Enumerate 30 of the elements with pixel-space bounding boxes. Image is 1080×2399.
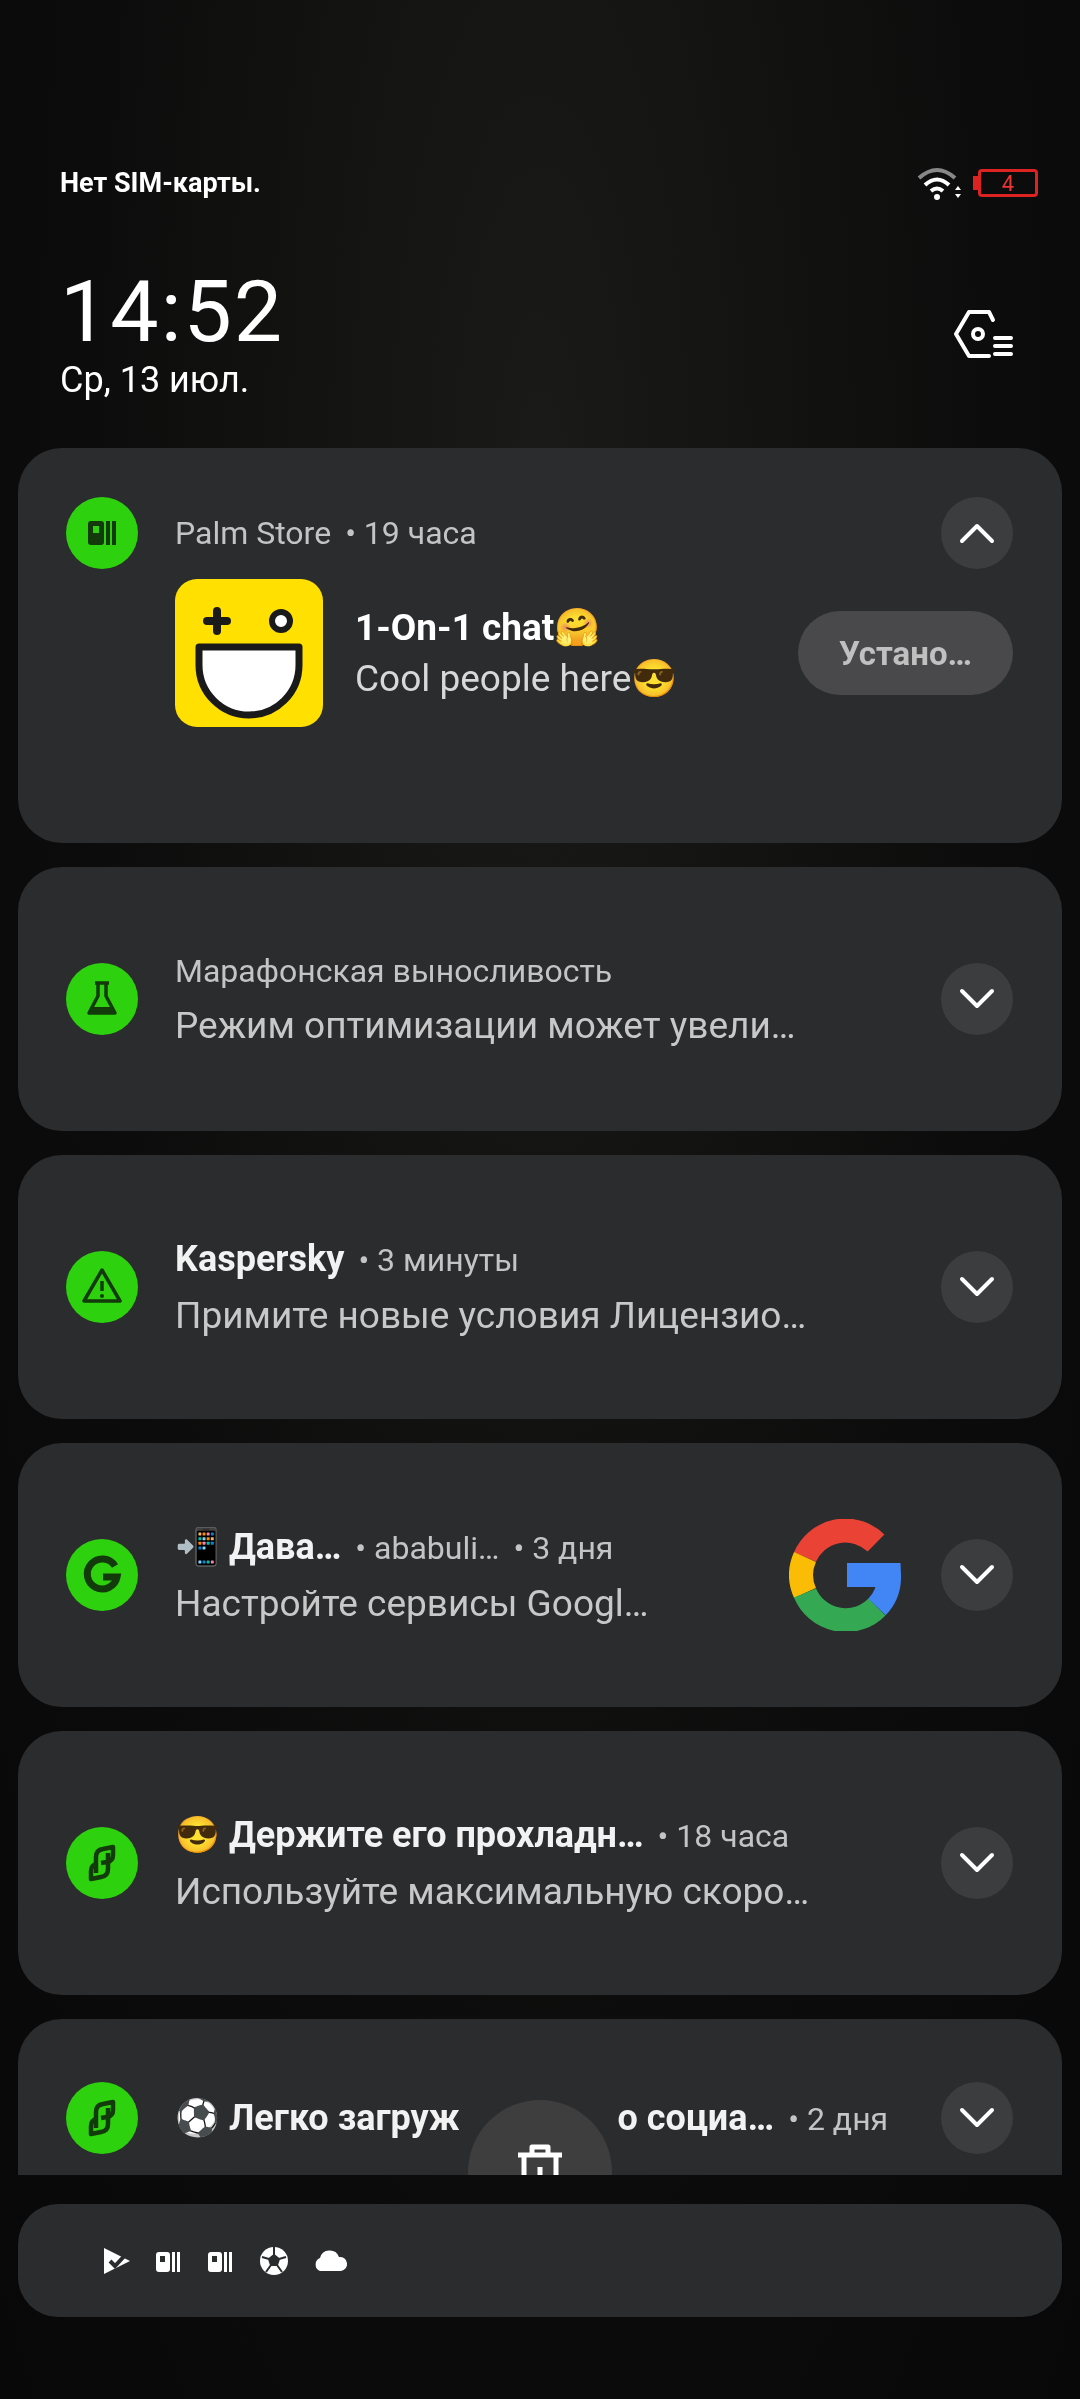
notification-title: о социа… (617, 2095, 775, 2140)
notification-title: 📲 Дава… (175, 1525, 342, 1568)
notification-card[interactable]: 📲 Дава… • ababuli… • 3 дня Настройте сервисы Googl… (18, 1443, 1062, 1707)
notification-card[interactable]: Kaspersky • 3 минуты Примите новые условия Лицензио… (18, 1155, 1062, 1419)
notification-time: • 3 минуты (358, 1240, 520, 1279)
notification-card[interactable]: Марафонская выносливость Режим оптимизации может увели… (18, 867, 1062, 1131)
notification-card[interactable]: ⚽ Легко загруж о социа… • 2 дня (18, 2019, 1062, 2175)
notification-text: Используйте максимальную скоро… (175, 1869, 811, 1913)
notification-card[interactable]: Palm Store • 19 часа 1-On-1 chat🤗 Cool people here😎 Устано… (18, 448, 1062, 843)
carrier-status: Нет SIM-карты. (60, 167, 261, 199)
clock-time: 14:52 (60, 266, 285, 358)
clock-date: Ср, 13 июл. (60, 358, 251, 402)
notification-time: • 2 дня (788, 2098, 889, 2140)
app-title: 1-On-1 chat🤗 (355, 606, 602, 649)
notification-time: • 19 часа (345, 514, 477, 552)
notification-time: • 18 часа (657, 1816, 790, 1855)
sender-name: • ababuli… (355, 1528, 500, 1567)
notification-title: ⚽ Легко загруж (175, 2095, 460, 2140)
notification-text: Настройте сервисы Googl… (175, 1581, 650, 1625)
notification-text: Примите новые условия Лицензио… (175, 1293, 808, 1337)
notification-text: Режим оптимизации может увели… (175, 1003, 797, 1047)
notification-title: Kaspersky (175, 1237, 345, 1280)
app-name: Марафонская выносливость (175, 951, 613, 990)
app-description: Cool people here😎 (355, 657, 679, 700)
install-button[interactable]: Устано… (798, 611, 1013, 695)
notification-title: 😎 Держите его прохладн… (175, 1813, 644, 1856)
app-name: Palm Store (175, 514, 332, 552)
notification-time: • 3 дня (513, 1528, 614, 1567)
notification-card[interactable]: 😎 Держите его прохладн… • 18 часа Используйте максимальную скоро… (18, 1731, 1062, 1995)
battery-indicator: 4 (973, 169, 1038, 197)
